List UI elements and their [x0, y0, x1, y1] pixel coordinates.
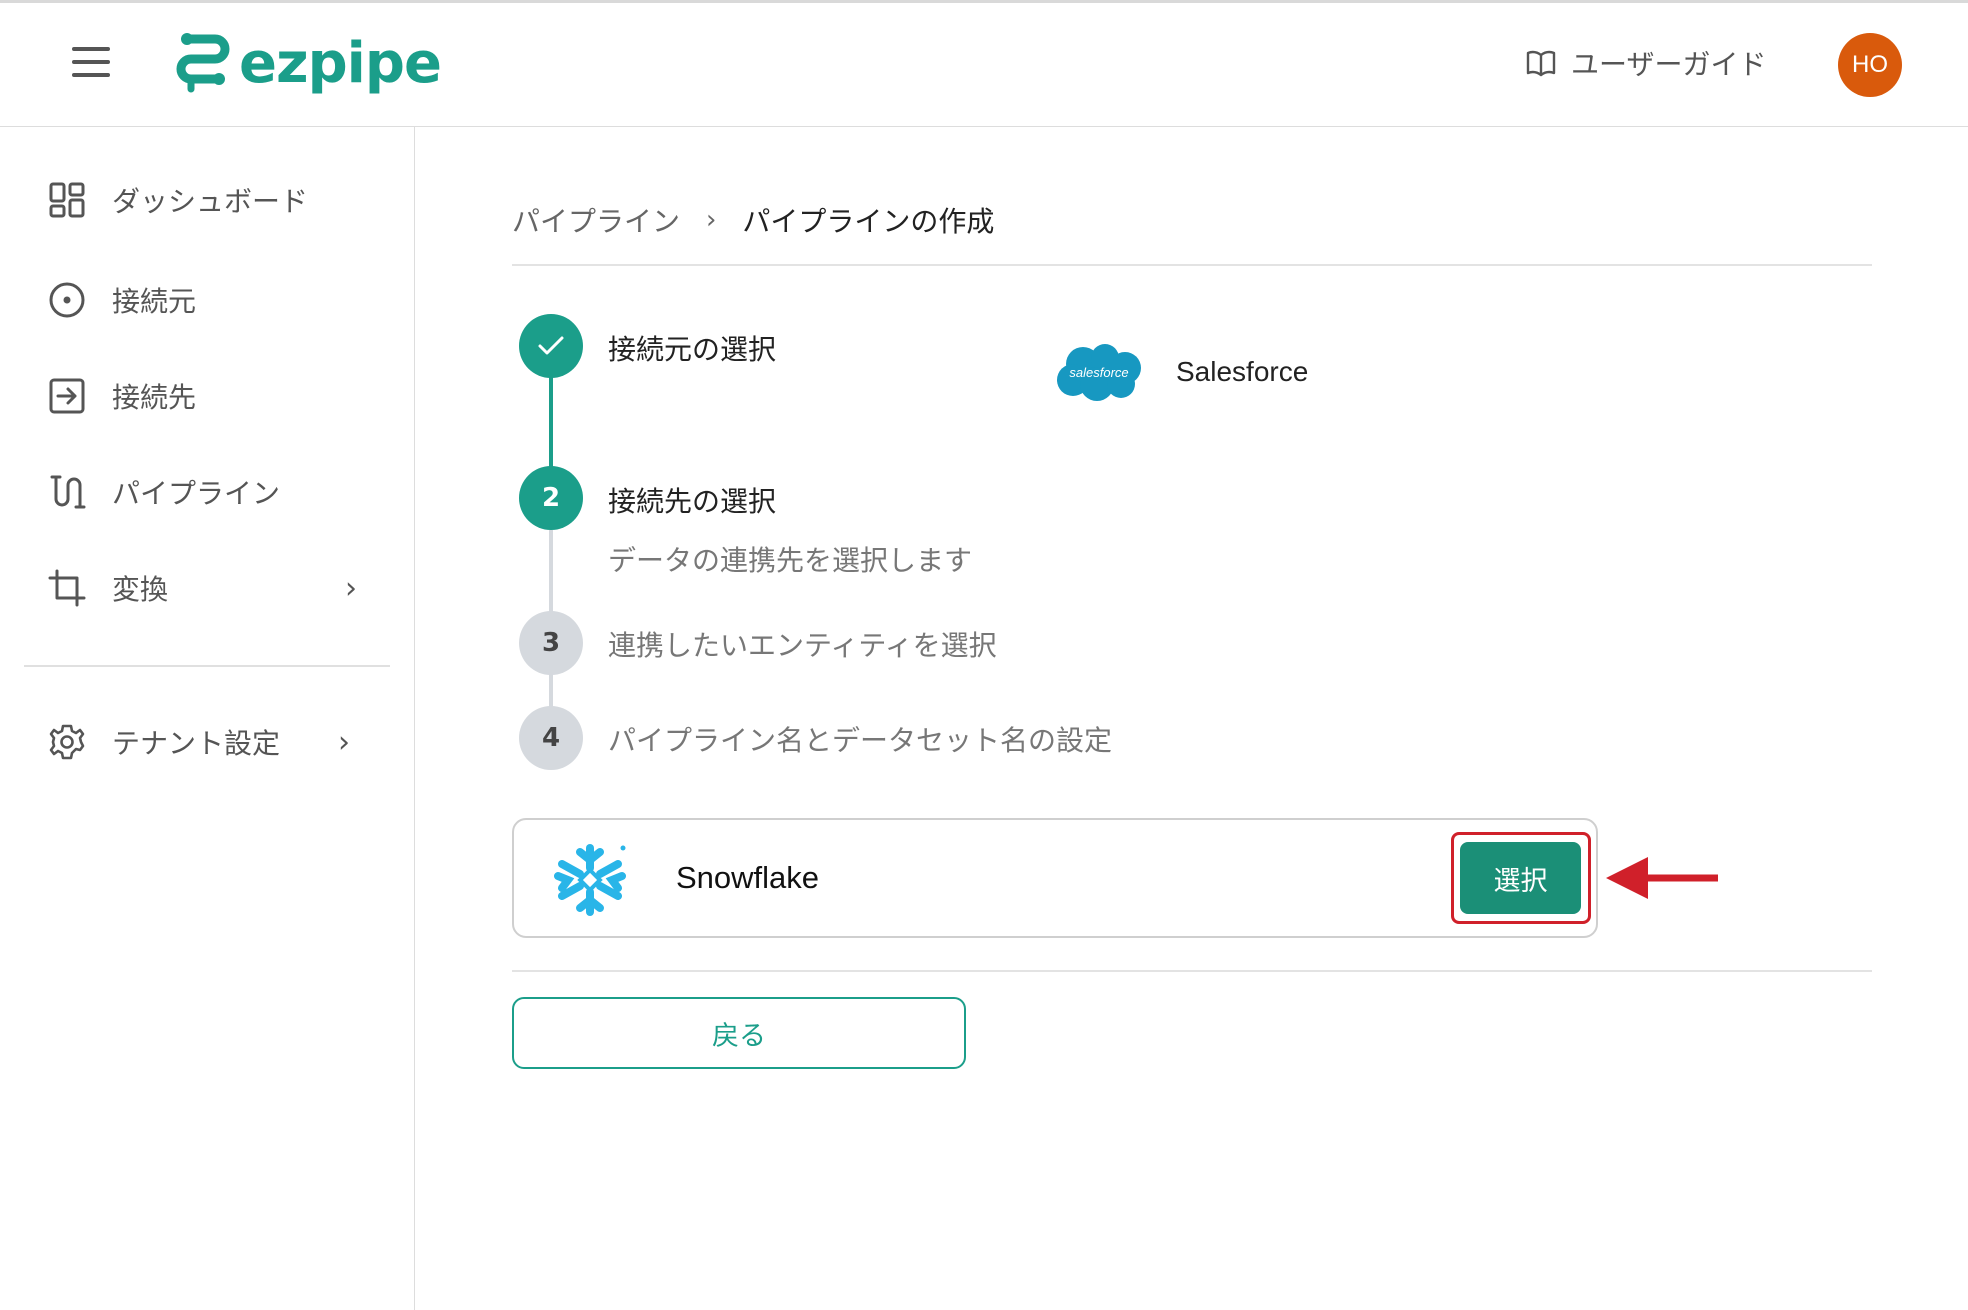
sidebar-item-dashboard[interactable]: ダッシュボード [0, 165, 415, 235]
step-3-indicator: 3 [519, 611, 583, 675]
sidebar-item-label: 変換 [112, 573, 169, 606]
salesforce-logo: salesforce [1057, 344, 1141, 401]
step-2-description: データの連携先を選択します [608, 544, 973, 577]
crop-icon [48, 569, 86, 607]
step-2-title: 接続先の選択 [608, 485, 777, 518]
sidebar: ダッシュボード 接続元 接続先 パイプライン 変換 › テナント設定 › [0, 127, 415, 1310]
chevron-right-icon: › [345, 570, 357, 606]
destination-card-snowflake: Snowflake [512, 818, 1598, 938]
back-button[interactable]: 戻る [512, 997, 966, 1069]
top-header: ezpipe ユーザーガイド HO [0, 0, 1968, 127]
sidebar-item-label: パイプライン [112, 477, 281, 510]
ezpipe-mark-icon [176, 33, 230, 93]
snowflake-logo [554, 844, 626, 916]
salesforce-logo-text: salesforce [1069, 365, 1128, 380]
sidebar-item-pipeline[interactable]: パイプライン [0, 457, 415, 527]
selected-source-name: Salesforce [1176, 356, 1309, 387]
sidebar-item-transform[interactable]: 変換 › [0, 553, 415, 623]
chevron-right-icon: › [338, 724, 350, 760]
sidebar-item-tenant-settings[interactable]: テナント設定 › [0, 707, 415, 777]
breadcrumb-separator: › [706, 205, 717, 235]
menu-icon[interactable] [72, 47, 110, 77]
check-icon [538, 336, 564, 355]
pipeline-icon [50, 475, 86, 509]
book-icon [1526, 50, 1556, 77]
breadcrumb: パイプライン › パイプラインの作成 [512, 200, 994, 240]
sidebar-divider [24, 665, 390, 667]
breadcrumb-pipeline-link[interactable]: パイプライン [512, 200, 680, 240]
dashboard-icon [49, 182, 85, 218]
step-4-indicator: 4 [519, 706, 583, 770]
user-guide-label: ユーザーガイド [1571, 48, 1767, 81]
sidebar-item-source[interactable]: 接続元 [0, 265, 415, 335]
red-arrow-annotation [1606, 857, 1718, 899]
user-guide-link[interactable]: ユーザーガイド [1525, 43, 1766, 83]
source-icon [49, 282, 85, 318]
step-1-title: 接続元の選択 [608, 333, 777, 366]
step-3-title: 連携したいエンティティを選択 [608, 629, 997, 662]
step-1-indicator [519, 314, 583, 378]
select-button[interactable]: 選択 [1460, 842, 1581, 914]
step-4-title: パイプライン名とデータセット名の設定 [608, 724, 1113, 757]
step-2-indicator: 2 [519, 466, 583, 530]
destination-icon [49, 378, 85, 414]
sidebar-item-destination[interactable]: 接続先 [0, 361, 415, 431]
sidebar-item-label: 接続先 [112, 381, 197, 414]
page-title: パイプラインの作成 [742, 205, 995, 238]
user-avatar[interactable]: HO [1838, 33, 1902, 97]
sidebar-item-label: ダッシュボード [112, 185, 309, 218]
gear-icon [49, 724, 85, 760]
logo-text: ezpipe [239, 30, 442, 96]
breadcrumb-divider [512, 264, 1872, 266]
sidebar-item-label: 接続元 [112, 285, 197, 318]
ezpipe-logo[interactable]: ezpipe [175, 30, 442, 96]
sidebar-item-label: テナント設定 [112, 727, 281, 760]
destination-name: Snowflake [676, 860, 820, 895]
section-divider [512, 970, 1872, 972]
